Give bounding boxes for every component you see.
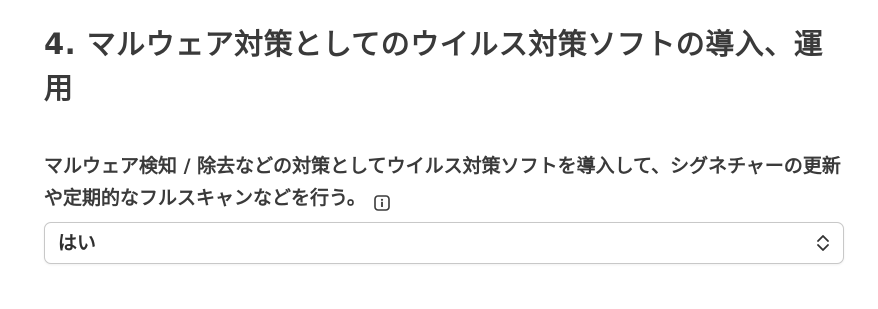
answer-select[interactable]: はい xyxy=(44,222,844,264)
chevron-up-down-icon xyxy=(815,234,831,252)
section-title: 4. マルウェア対策としてのウイルス対策ソフトの導入、運用 xyxy=(44,27,824,105)
question-text: マルウェア検知 / 除去などの対策としてウイルス対策ソフトを導入して、シグネチャ… xyxy=(44,155,841,209)
answer-select-value: はい xyxy=(58,232,97,254)
section-header: 4. マルウェア対策としてのウイルス対策ソフトの導入、運用 xyxy=(44,22,846,110)
info-icon[interactable] xyxy=(374,189,390,211)
question-label: マルウェア検知 / 除去などの対策としてウイルス対策ソフトを導入して、シグネチャ… xyxy=(44,150,846,214)
